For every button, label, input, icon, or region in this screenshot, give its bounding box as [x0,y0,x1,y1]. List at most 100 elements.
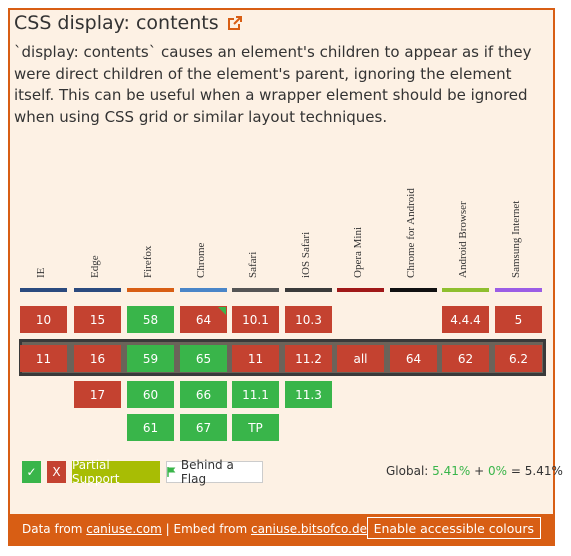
version-label: 10 [35,312,52,327]
version-cell[interactable]: 58 [127,306,174,333]
footer-separator: | [165,522,170,536]
browser-color-bar [495,288,542,292]
browser-header: IE [18,160,68,286]
browser-header: Android Browser [440,160,490,286]
version-label: 11 [35,351,52,366]
version-cell[interactable]: 11 [232,345,279,372]
browser-name: Edge [89,255,101,278]
version-label: 6.2 [508,351,529,366]
browser-name: IE [35,267,47,278]
global-supported-value: 5.41% [432,464,471,478]
version-cell[interactable]: 10 [20,306,67,333]
version-label: 64 [405,351,422,366]
accessible-colours-button[interactable]: Enable accessible colours [366,517,541,539]
version-cell[interactable]: 60 [127,381,174,408]
version-cell[interactable]: 15 [74,306,121,333]
version-cell[interactable]: 62 [442,345,489,372]
version-cell[interactable]: 11 [20,345,67,372]
version-cell[interactable]: 65 [180,345,227,372]
browser-name: Chrome for Android [405,188,417,278]
version-label: 10.1 [242,312,269,327]
version-cell[interactable]: 61 [127,414,174,441]
version-label: 11 [247,351,264,366]
legend-unsupported: X [47,461,66,483]
version-cell[interactable]: all [337,345,384,372]
version-cell[interactable]: 6.2 [495,345,542,372]
version-cell[interactable]: 11.1 [232,381,279,408]
version-cell[interactable]: 64 [180,306,227,333]
version-label: 11.3 [295,387,322,402]
browser-color-bar [442,288,489,292]
version-cell[interactable]: 4.4.4 [442,306,489,333]
browser-name: Opera Mini [352,226,364,278]
version-cell[interactable]: 59 [127,345,174,372]
browser-header: Firefox [125,160,175,286]
version-cell[interactable]: 64 [390,345,437,372]
version-label: 61 [142,420,159,435]
legend-behind-flag: Behind a Flag [166,458,263,486]
browser-name: Firefox [142,245,154,278]
browser-name: iOS Safari [300,231,312,278]
legend-supported: ✓ [22,461,41,483]
global-plus: + [474,464,485,478]
browser-header: Chrome [178,160,228,286]
browser-header: iOS Safari [283,160,333,286]
browser-header: Opera Mini [335,160,385,286]
browser-header: Safari [230,160,280,286]
version-label: 62 [457,351,474,366]
browser-color-bar [232,288,279,292]
version-label: 10.3 [295,312,322,327]
version-cell[interactable]: 17 [74,381,121,408]
version-cell[interactable]: 66 [180,381,227,408]
global-partial-value: 0% [488,464,508,478]
browser-color-bar [180,288,227,292]
global-total-value: 5.41% [524,464,563,478]
footer-credits: Data from caniuse.com | Embed from caniu… [22,522,367,536]
embed-source-link[interactable]: caniuse.bitsofco.de [251,522,367,536]
browser-header: Edge [72,160,122,286]
browser-header: Samsung Internet [493,160,543,286]
version-label: 58 [142,312,159,327]
browser-name: Android Browser [457,201,469,278]
browser-name: Chrome [195,242,207,278]
version-label: 17 [89,387,106,402]
browser-color-bar [285,288,332,292]
version-cell[interactable]: 10.3 [285,306,332,333]
global-equals: = [510,464,521,478]
version-cell[interactable]: 5 [495,306,542,333]
browser-name: Samsung Internet [510,200,522,278]
browser-color-bar [74,288,121,292]
browser-color-bar [390,288,437,292]
version-cell[interactable]: 10.1 [232,306,279,333]
caniuse-link[interactable]: caniuse.com [86,522,162,536]
version-label: 15 [89,312,106,327]
legend-partial-support: Partial Support [72,458,160,486]
feature-description: `display: contents` causes an element's … [14,43,532,126]
version-label: 59 [142,351,159,366]
version-label: all [353,351,368,366]
version-label: 67 [195,420,212,435]
version-label: 64 [195,312,212,327]
browser-color-bar [337,288,384,292]
version-cell[interactable]: 11.3 [285,381,332,408]
version-cell[interactable]: TP [232,414,279,441]
version-cell[interactable]: 67 [180,414,227,441]
version-label: 5 [514,312,523,327]
version-label: 11.2 [295,351,322,366]
global-usage: Global: 5.41% + 0% = 5.41% [386,464,563,478]
version-cell[interactable]: 11.2 [285,345,332,372]
footer-embed-from: Embed from [173,522,248,536]
browser-header: Chrome for Android [388,160,438,286]
version-cell[interactable]: 16 [74,345,121,372]
external-link-icon[interactable] [227,15,243,31]
footer-data-from: Data from [22,522,83,536]
version-label: 65 [195,351,212,366]
footer: Data from caniuse.com | Embed from caniu… [8,514,555,544]
browser-name: Safari [247,251,259,278]
flag-indicator-icon [218,307,226,315]
legend-flag-label: Behind a Flag [180,458,234,486]
title-row: CSS display: contents [14,12,243,34]
browser-color-bar [127,288,174,292]
version-label: 16 [89,351,106,366]
version-label: TP [248,420,263,435]
